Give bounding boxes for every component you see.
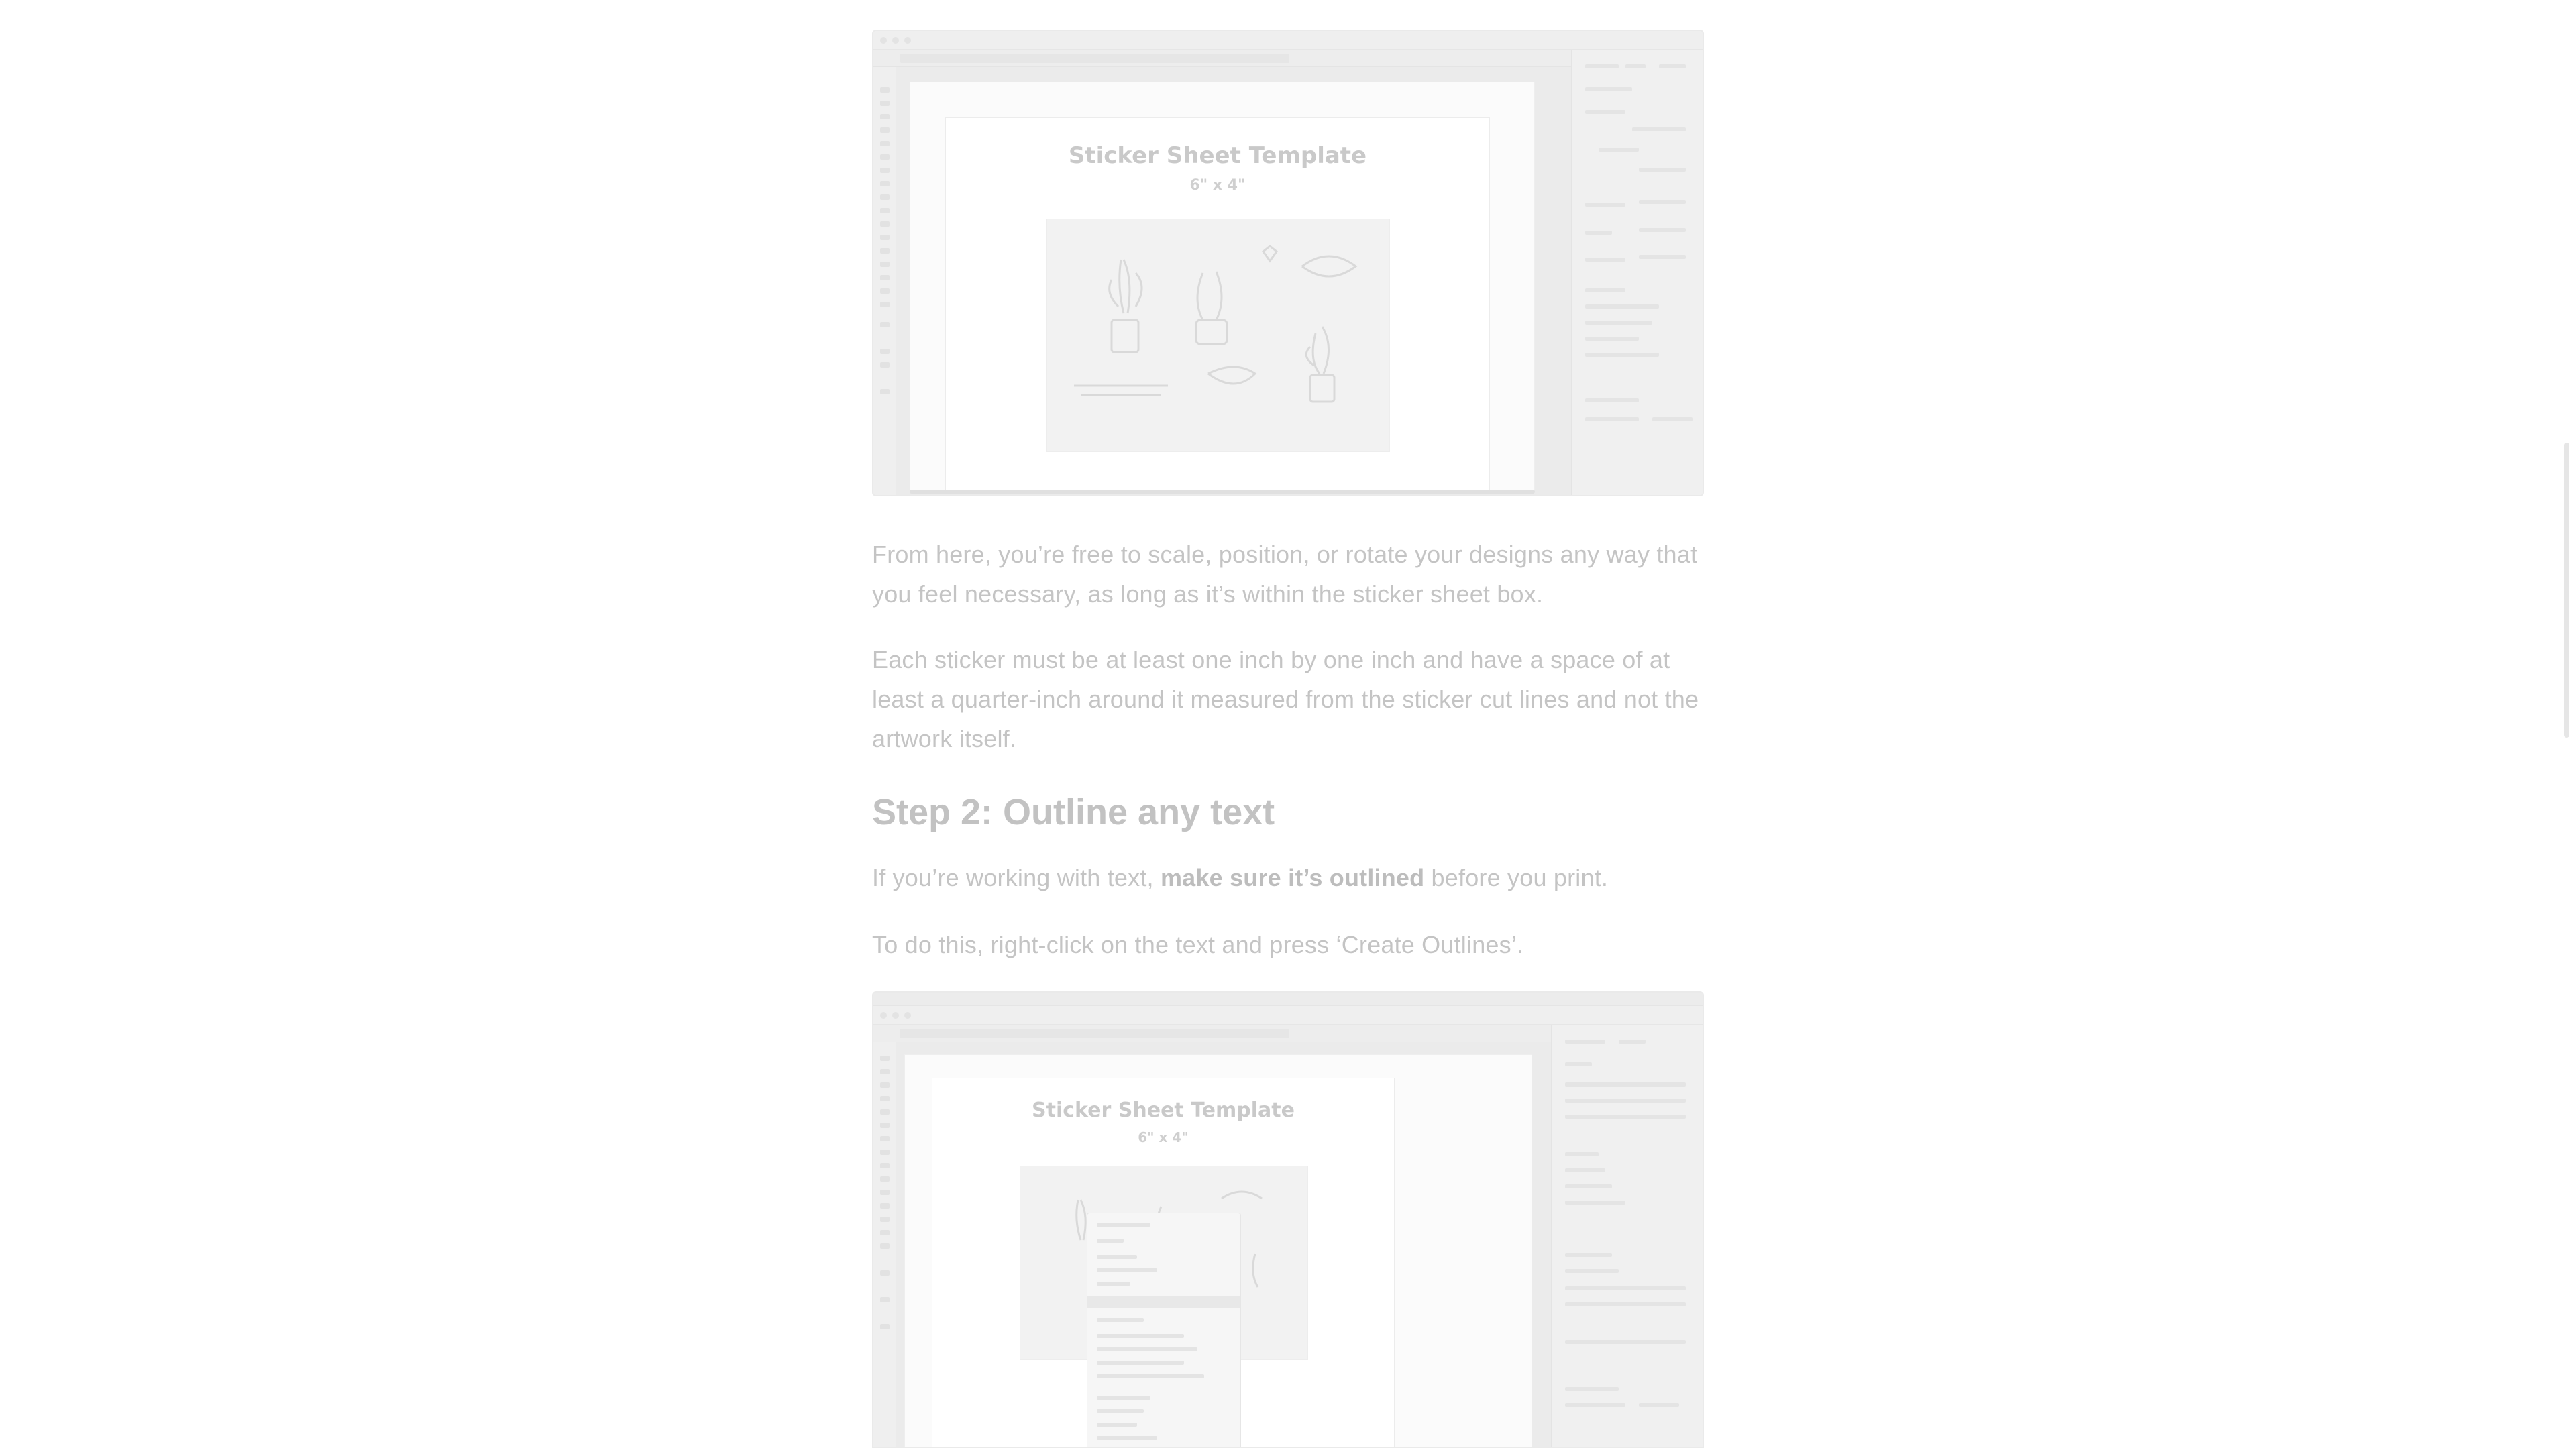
document-tab [900, 1029, 1289, 1038]
step-2-heading: Step 2: Outline any text [872, 792, 1275, 832]
outline-text-lead: If you’re working with text, [872, 864, 1161, 891]
menu-highlight[interactable] [1087, 1296, 1240, 1308]
template-title: Sticker Sheet Template [1068, 142, 1367, 169]
close-dot-icon [880, 1012, 887, 1019]
template-size: 6" x 4" [1189, 177, 1246, 194]
illustrator-screenshot-1: Sticker Sheet Template 6" x 4" [872, 30, 1704, 496]
template-size: 6" x 4" [1138, 1129, 1189, 1146]
close-dot-icon [880, 37, 887, 44]
context-menu [1087, 1213, 1241, 1447]
artboard: Sticker Sheet Template 6" x 4" [904, 1054, 1532, 1447]
page-scrollbar-thumb[interactable] [2564, 443, 2569, 738]
window-titlebar [873, 31, 1703, 50]
sticker-box [1046, 219, 1390, 452]
tools-panel [873, 1042, 896, 1447]
outline-text-tail: before you print. [1424, 864, 1609, 891]
canvas-area: Sticker Sheet Template 6" x 4" [896, 67, 1574, 495]
window-controls [880, 37, 911, 44]
illustrator-screenshot-2: Sticker Sheet Template 6" x 4" [872, 991, 1704, 1448]
tools-panel [873, 67, 896, 495]
horizontal-scrollbar[interactable] [910, 490, 1535, 494]
zoom-dot-icon [904, 1012, 911, 1019]
mac-menubar [873, 993, 1703, 1006]
sticker-sheet: Sticker Sheet Template 6" x 4" [945, 117, 1490, 490]
paragraph-scale-position: From here, you’re free to scale, positio… [872, 541, 1698, 608]
zoom-dot-icon [904, 37, 911, 44]
canvas-area: Sticker Sheet Template 6" x 4" [896, 1042, 1554, 1447]
paragraph-outline-text: If you’re working with text, make sure i… [872, 858, 1704, 897]
properties-panel [1571, 50, 1703, 495]
paragraph-sticker-size: Each sticker must be at least one inch b… [872, 646, 1699, 753]
properties-panel [1551, 1025, 1703, 1447]
minimize-dot-icon [892, 37, 899, 44]
outline-text-emphasis: make sure it’s outlined [1160, 864, 1425, 891]
window-titlebar [873, 1006, 1703, 1025]
sticker-sheet: Sticker Sheet Template 6" x 4" [932, 1078, 1395, 1447]
document-tab [900, 54, 1289, 63]
artboard: Sticker Sheet Template 6" x 4" [910, 82, 1535, 491]
paragraph-create-outlines: To do this, right-click on the text and … [872, 931, 1524, 958]
minimize-dot-icon [892, 1012, 899, 1019]
cactus-stickers-art [1074, 245, 1358, 403]
window-controls [880, 1012, 911, 1019]
template-title: Sticker Sheet Template [1032, 1099, 1295, 1122]
